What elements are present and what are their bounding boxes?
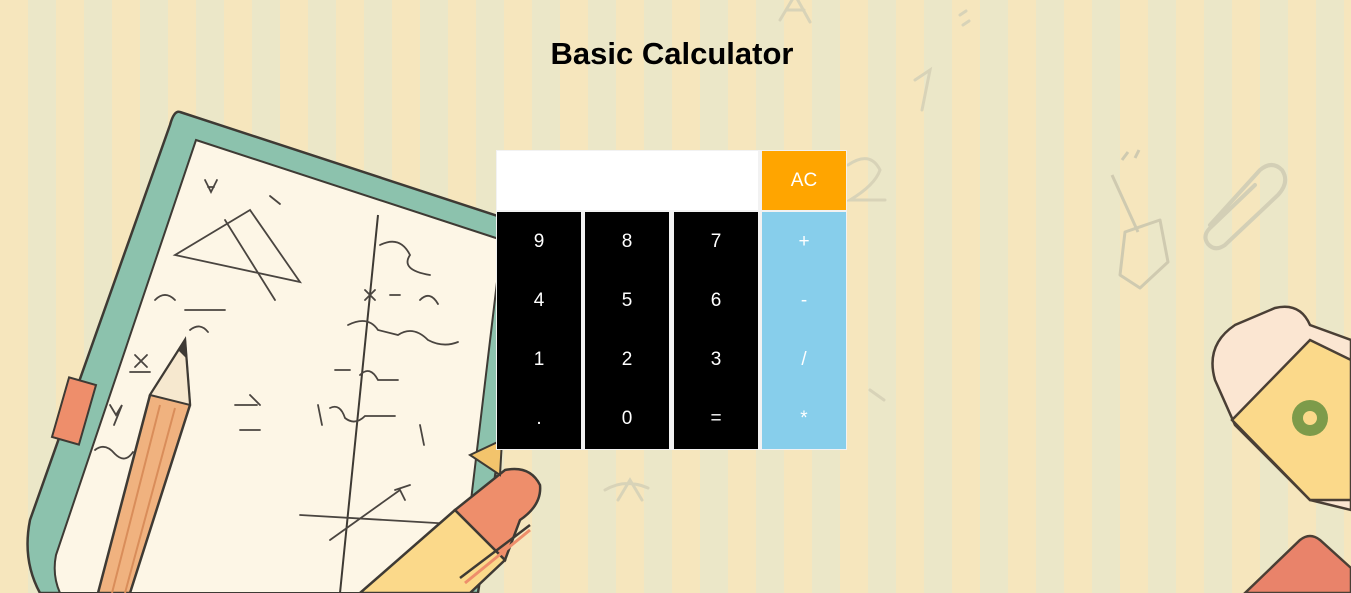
decimal-point-button[interactable]: . — [497, 389, 581, 449]
pencil-icon — [96, 336, 192, 593]
divide-button[interactable]: / — [762, 330, 846, 389]
digit-2-button[interactable]: 2 — [585, 330, 669, 389]
equals-button[interactable]: = — [674, 389, 758, 449]
digit-0-button[interactable]: 0 — [585, 389, 669, 449]
digit-7-button[interactable]: 7 — [674, 212, 758, 271]
digit-4-button[interactable]: 4 — [497, 271, 581, 330]
digit-1-button[interactable]: 1 — [497, 330, 581, 389]
digit-3-button[interactable]: 3 — [674, 330, 758, 389]
minus-button[interactable]: - — [762, 271, 846, 330]
pushpin-icon — [1110, 149, 1170, 290]
digit-8-button[interactable]: 8 — [585, 212, 669, 271]
multiply-button[interactable]: * — [762, 389, 846, 449]
pen-icon — [358, 438, 542, 593]
page-title: Basic Calculator — [550, 36, 794, 71]
book-corner-icon — [1243, 534, 1351, 593]
plus-button[interactable]: + — [762, 212, 846, 271]
digit-9-button[interactable]: 9 — [497, 212, 581, 271]
paperclip-icon — [1203, 163, 1288, 251]
calculator: AC 9 8 7 + 4 5 6 - 1 2 3 / . 0 = * — [496, 150, 847, 450]
calculator-display[interactable] — [497, 151, 758, 210]
clear-button[interactable]: AC — [762, 151, 846, 210]
notebook-icon — [26, 110, 530, 593]
eraser-icon — [1211, 305, 1351, 512]
digit-6-button[interactable]: 6 — [674, 271, 758, 330]
digit-5-button[interactable]: 5 — [585, 271, 669, 330]
